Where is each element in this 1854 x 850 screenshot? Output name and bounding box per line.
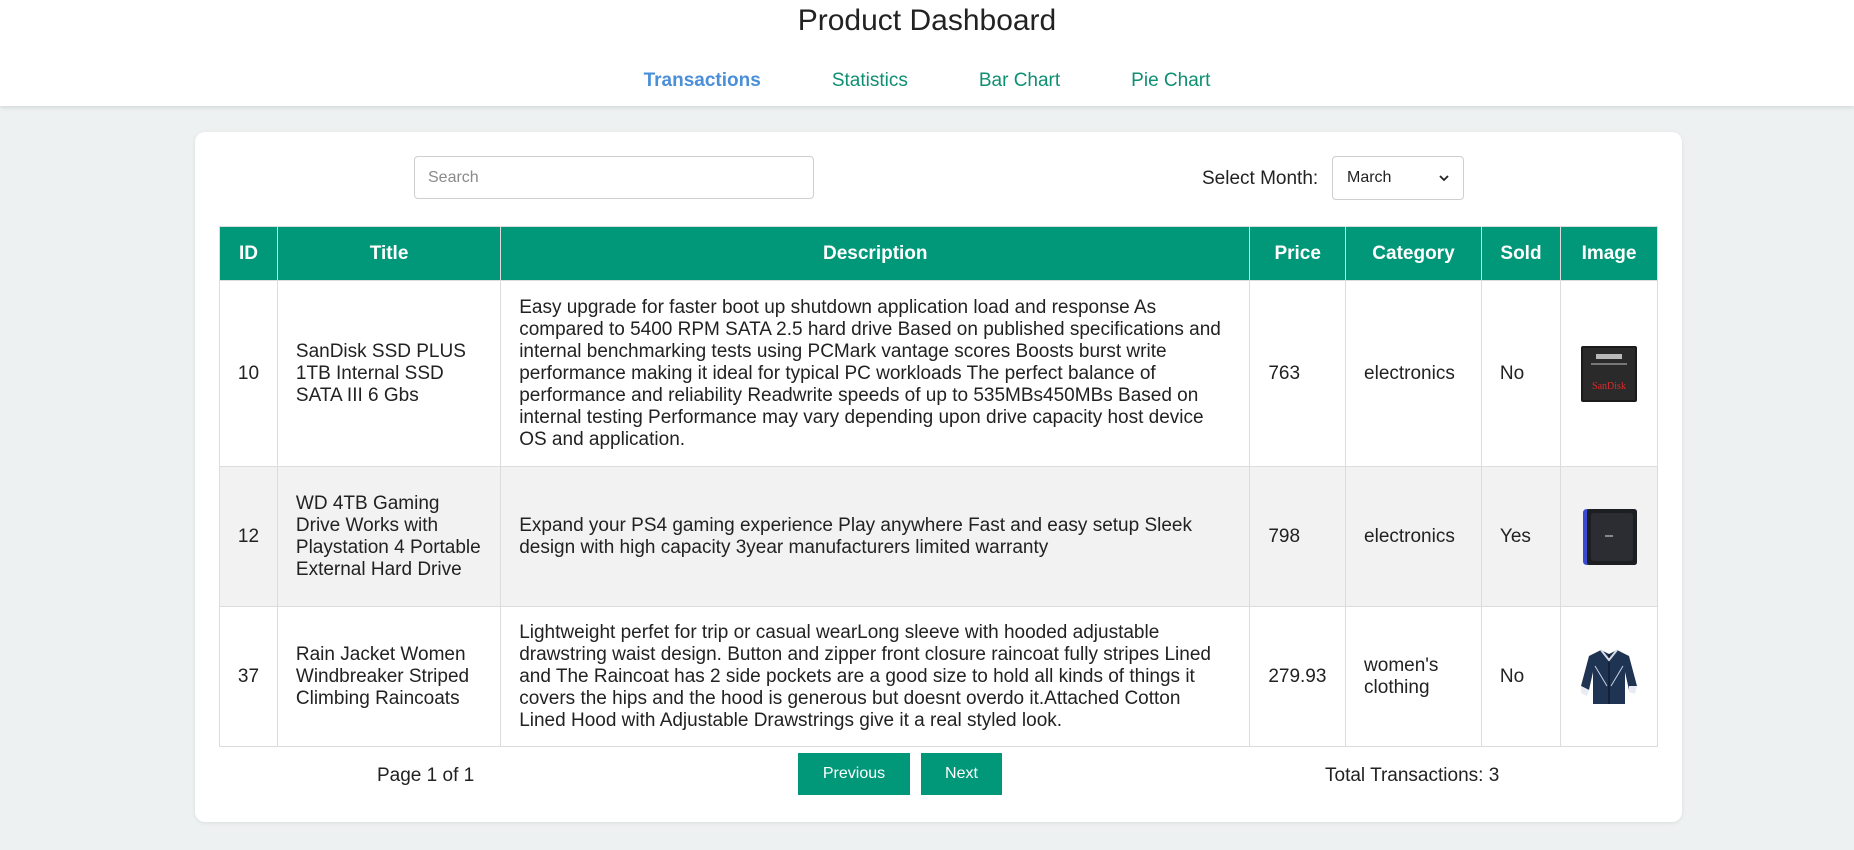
cell-price: 763 (1249, 280, 1347, 467)
ssd-product-image[interactable]: SanDisk (1579, 344, 1639, 404)
table-row: 10 SanDisk SSD PLUS 1TB Internal SSD SAT… (219, 280, 1658, 467)
column-header-id[interactable]: ID (219, 226, 278, 281)
table-row: 37 Rain Jacket Women Windbreaker Striped… (219, 606, 1658, 747)
month-select-value: March (1347, 169, 1392, 186)
transactions-table: ID Title Description Price Category Sold… (219, 226, 1658, 747)
cell-description: Expand your PS4 gaming experience Play a… (500, 466, 1251, 607)
cell-price: 798 (1249, 466, 1347, 607)
column-header-sold[interactable]: Sold (1480, 226, 1562, 281)
transactions-card: Select Month: March ID Title Description… (195, 132, 1682, 822)
cell-price: 279.93 (1249, 606, 1347, 747)
chevron-down-icon (1439, 175, 1449, 182)
cell-description: Lightweight perfet for trip or casual we… (500, 606, 1251, 747)
cell-title: Rain Jacket Women Windbreaker Striped Cl… (276, 606, 502, 747)
tab-bar-chart[interactable]: Bar Chart (979, 70, 1060, 92)
jacket-product-image[interactable] (1579, 646, 1639, 708)
column-header-price[interactable]: Price (1249, 226, 1347, 281)
tab-statistics[interactable]: Statistics (832, 70, 908, 92)
cell-description: Easy upgrade for faster boot up shutdown… (500, 280, 1251, 467)
cell-image (1560, 466, 1658, 607)
cell-category: electronics (1345, 280, 1482, 467)
cell-category: women's clothing (1345, 606, 1482, 747)
tab-pie-chart[interactable]: Pie Chart (1131, 70, 1210, 92)
cell-image: SanDisk (1560, 280, 1658, 467)
cell-id: 12 (219, 466, 278, 607)
hard-drive-product-image[interactable] (1579, 507, 1639, 567)
cell-id: 37 (219, 606, 278, 747)
cell-title: SanDisk SSD PLUS 1TB Internal SSD SATA I… (276, 280, 502, 467)
next-button[interactable]: Next (921, 753, 1002, 795)
month-select-label: Select Month: (1202, 168, 1319, 189)
column-header-category[interactable]: Category (1345, 226, 1482, 281)
table-row: 12 WD 4TB Gaming Drive Works with Playst… (219, 466, 1658, 607)
cell-title: WD 4TB Gaming Drive Works with Playstati… (276, 466, 502, 607)
column-header-image[interactable]: Image (1560, 226, 1658, 281)
month-select[interactable]: March (1332, 156, 1464, 200)
cell-category: electronics (1345, 466, 1482, 607)
column-header-title[interactable]: Title (276, 226, 502, 281)
previous-button[interactable]: Previous (798, 753, 910, 795)
cell-sold: Yes (1480, 466, 1562, 607)
page-title: Product Dashboard (797, 4, 1057, 37)
main-nav: Transactions Statistics Bar Chart Pie Ch… (0, 70, 1854, 92)
cell-image (1560, 606, 1658, 747)
total-transactions: Total Transactions: 3 (1325, 765, 1500, 786)
page-indicator: Page 1 of 1 (377, 765, 475, 786)
cell-sold: No (1480, 606, 1562, 747)
sandisk-logo: SanDisk (1592, 381, 1626, 392)
cell-id: 10 (219, 280, 278, 467)
top-header: Product Dashboard Transactions Statistic… (0, 0, 1854, 106)
cell-sold: No (1480, 280, 1562, 467)
tab-transactions[interactable]: Transactions (644, 70, 761, 92)
table-header-row: ID Title Description Price Category Sold… (219, 226, 1658, 281)
search-input[interactable] (414, 156, 814, 199)
column-header-description[interactable]: Description (500, 226, 1251, 281)
